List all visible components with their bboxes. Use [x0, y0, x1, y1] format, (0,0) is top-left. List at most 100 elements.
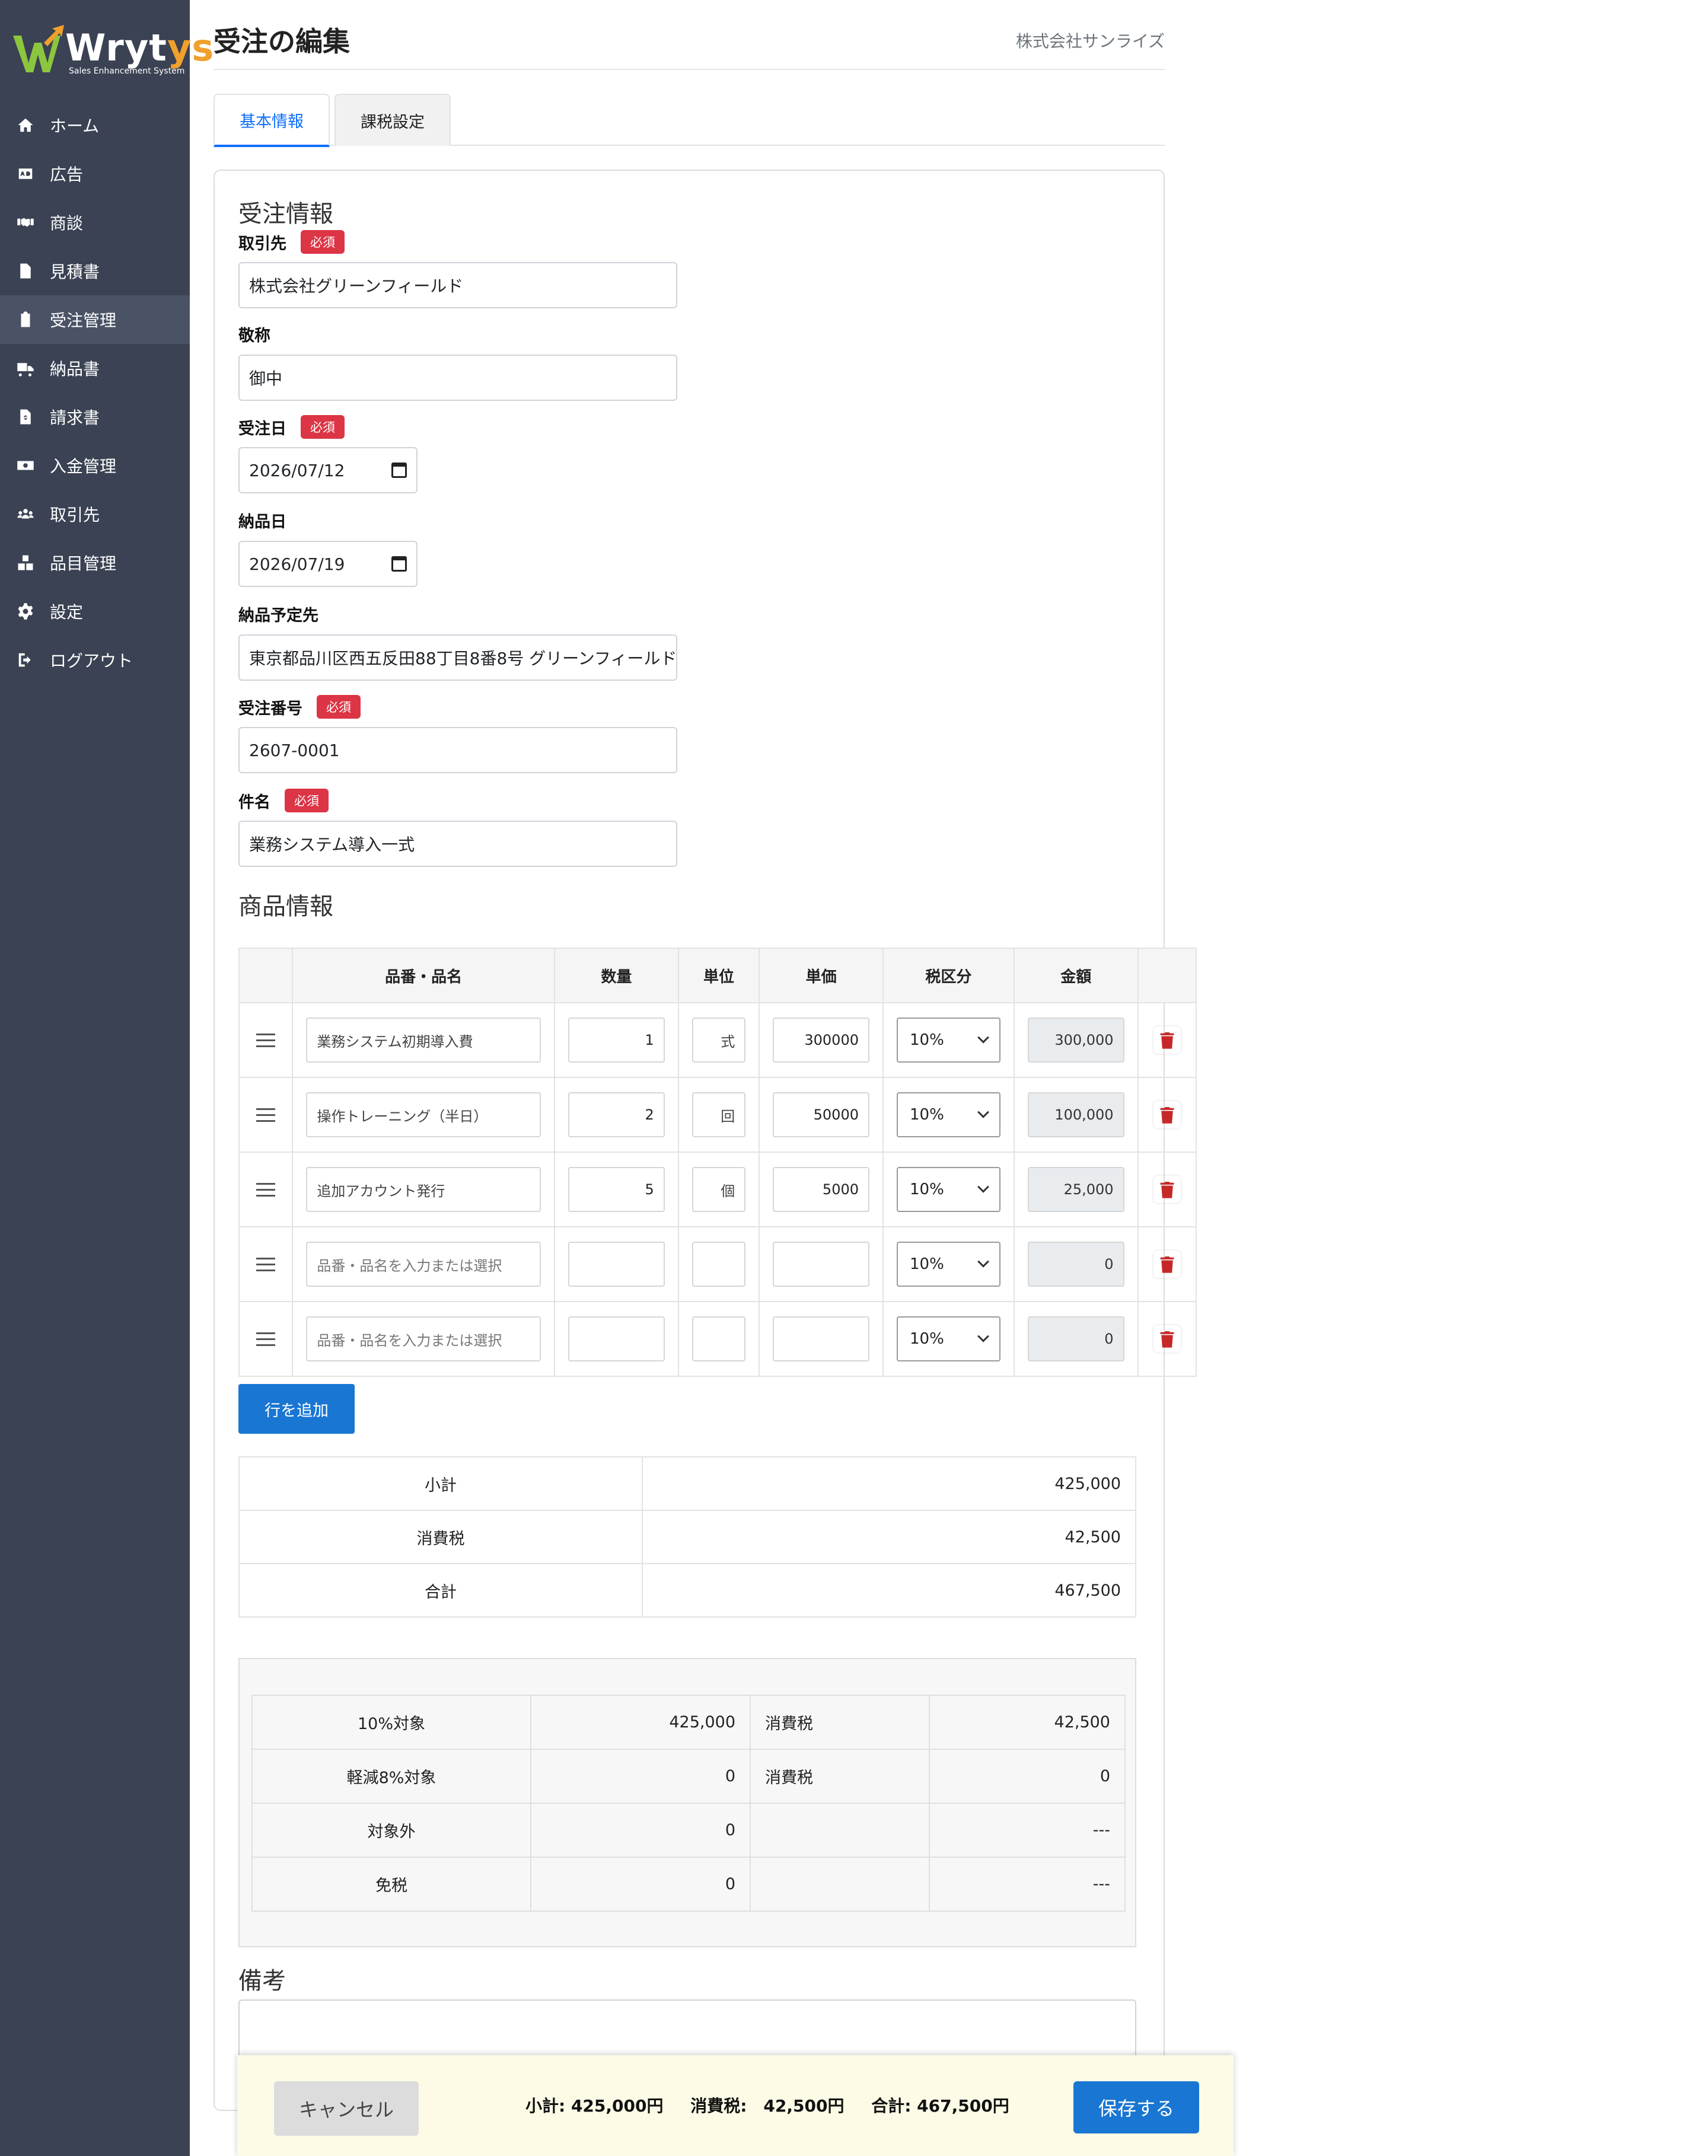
sidebar-item-label: 品目管理 — [50, 554, 117, 573]
add-row-button[interactable]: 行を追加 — [238, 1384, 355, 1434]
header-actions — [1137, 948, 1197, 1003]
sidebar-item-payments[interactable]: 入金管理 — [0, 441, 190, 490]
required-badge: 必須 — [301, 415, 345, 439]
table-row: 追加アカウント発行 5 個 5000 10% 25,000 — [238, 1152, 1197, 1227]
client-label: 取引先 必須 — [238, 230, 345, 254]
tax-category-tax-label: 消費税 — [750, 1695, 930, 1750]
drag-handle-icon[interactable] — [253, 1033, 279, 1047]
amount-output: 100,000 — [1027, 1092, 1124, 1137]
qty-input[interactable]: 2 — [568, 1092, 665, 1137]
tax-select[interactable]: 10% — [897, 1316, 1000, 1361]
save-button[interactable]: 保存する — [1073, 2081, 1199, 2133]
required-badge: 必須 — [317, 695, 361, 719]
trash-icon — [1160, 1256, 1174, 1273]
cancel-button[interactable]: キャンセル — [274, 2081, 419, 2136]
qty-input[interactable] — [568, 1316, 665, 1361]
amount-output: 0 — [1027, 1316, 1124, 1361]
tax-select[interactable]: 10% — [897, 1018, 1000, 1063]
table-row: 品番・品名を入力または選択 10% 0 — [238, 1226, 1197, 1302]
sidebar-item-delivery-notes[interactable]: 納品書 — [0, 344, 190, 393]
order-date-field[interactable]: 2026/07/12 — [238, 447, 418, 493]
trash-icon — [1160, 1331, 1174, 1348]
table-row: 小計 425,000 — [238, 1456, 1136, 1511]
sidebar-item-logout[interactable]: ログアウト — [0, 636, 190, 684]
unit-input[interactable] — [692, 1316, 746, 1361]
tax-category-base: 425,000 — [530, 1695, 751, 1750]
qty-input[interactable]: 1 — [568, 1018, 665, 1063]
delete-row-button[interactable] — [1153, 1176, 1181, 1203]
drag-handle-icon[interactable] — [253, 1332, 279, 1346]
tax-select-value: 10% — [910, 1031, 944, 1049]
tab-basic-info[interactable]: 基本情報 — [214, 94, 330, 147]
table-row: 業務システム初期導入費 1 式 300000 10% 300,000 — [238, 1002, 1197, 1078]
calendar-icon[interactable] — [391, 556, 407, 572]
price-input[interactable]: 5000 — [773, 1167, 869, 1212]
delete-row-button[interactable] — [1153, 1101, 1181, 1128]
price-input[interactable]: 300000 — [773, 1018, 869, 1063]
amount-output: 300,000 — [1027, 1018, 1124, 1063]
header-amount: 金額 — [1013, 948, 1139, 1003]
sidebar-item-settings[interactable]: 設定 — [0, 587, 190, 636]
delivery-destination-field[interactable]: 東京都品川区西五反田88丁目8番8号 グリーンフィールド — [238, 634, 677, 681]
sidebar-item-orders[interactable]: 受注管理 — [0, 295, 190, 344]
delete-row-button[interactable] — [1153, 1026, 1181, 1054]
sidebar-item-clients[interactable]: 取引先 — [0, 490, 190, 538]
footer-bar: キャンセル 小計: 425,000円 消費税: 42,500円 合計: 467,… — [237, 2055, 1234, 2156]
logo[interactable]: Wrytys Sales Enhancement System — [12, 21, 214, 81]
qty-input[interactable]: 5 — [568, 1167, 665, 1212]
chevron-down-icon — [977, 1255, 989, 1268]
header-tax: 税区分 — [882, 948, 1015, 1003]
tax-select[interactable]: 10% — [897, 1167, 1000, 1212]
sidebar-nav: ホーム 広告 商談 見積書 受注管理 納品書 請求書 入金管理 取引先 品目管理… — [0, 101, 190, 684]
tax-select[interactable]: 10% — [897, 1242, 1000, 1287]
price-input[interactable]: 50000 — [773, 1092, 869, 1137]
unit-input[interactable]: 回 — [692, 1092, 746, 1137]
drag-handle-icon[interactable] — [253, 1108, 279, 1122]
price-input[interactable] — [773, 1242, 869, 1287]
drag-handle-icon[interactable] — [253, 1257, 279, 1271]
client-field[interactable]: 株式会社グリーンフィールド — [238, 262, 677, 308]
sidebar-item-label: 取引先 — [50, 505, 100, 525]
sidebar: Wrytys Sales Enhancement System ホーム 広告 商… — [0, 0, 214, 2156]
unit-input[interactable] — [692, 1242, 746, 1287]
drag-handle-icon[interactable] — [253, 1182, 279, 1197]
delete-row-button[interactable] — [1153, 1251, 1181, 1278]
clipboard-check-icon — [15, 310, 36, 330]
tab-tax-settings[interactable]: 課税設定 — [334, 94, 451, 146]
sidebar-item-label: 広告 — [50, 165, 84, 184]
subject-field[interactable]: 業務システム導入一式 — [238, 821, 677, 867]
honorific-field[interactable]: 御中 — [238, 355, 677, 401]
price-input[interactable] — [773, 1316, 869, 1361]
qty-input[interactable] — [568, 1242, 665, 1287]
tax-category-base: 0 — [530, 1803, 751, 1858]
item-name-input[interactable]: 業務システム初期導入費 — [306, 1018, 541, 1063]
sidebar-item-items[interactable]: 品目管理 — [0, 538, 190, 587]
item-name-input[interactable]: 追加アカウント発行 — [306, 1167, 541, 1212]
item-name-input[interactable]: 品番・品名を入力または選択 — [306, 1316, 541, 1361]
item-name-input[interactable]: 操作トレーニング（半日） — [306, 1092, 541, 1137]
header-unit: 単位 — [677, 948, 760, 1003]
tax-select[interactable]: 10% — [897, 1092, 1000, 1137]
table-row: 軽減8%対象 0 消費税 0 — [251, 1749, 1126, 1804]
total-label: 合計 — [238, 1563, 643, 1618]
sidebar-item-negotiations[interactable]: 商談 — [0, 198, 190, 247]
sidebar-item-quotes[interactable]: 見積書 — [0, 247, 190, 295]
sidebar-item-home[interactable]: ホーム — [0, 101, 190, 149]
tax-category-tax-label — [750, 1857, 930, 1912]
sidebar-item-invoices[interactable]: 請求書 — [0, 393, 190, 441]
unit-input[interactable]: 個 — [692, 1167, 746, 1212]
amount-output: 0 — [1027, 1242, 1124, 1287]
table-row: 操作トレーニング（半日） 2 回 50000 10% 100,000 — [238, 1077, 1197, 1153]
logout-icon — [15, 650, 36, 670]
trash-icon — [1160, 1032, 1174, 1049]
delivery-date-field[interactable]: 2026/07/19 — [238, 541, 418, 587]
tax-category-tax: --- — [929, 1857, 1126, 1912]
delete-row-button[interactable] — [1153, 1325, 1181, 1353]
tax-value: 42,500 — [642, 1510, 1136, 1564]
order-number-field[interactable]: 2607-0001 — [238, 727, 677, 773]
item-name-input[interactable]: 品番・品名を入力または選択 — [306, 1242, 541, 1287]
honorific-label: 敬称 — [238, 327, 270, 345]
unit-input[interactable]: 式 — [692, 1018, 746, 1063]
sidebar-item-ads[interactable]: 広告 — [0, 149, 190, 198]
calendar-icon[interactable] — [391, 463, 407, 478]
